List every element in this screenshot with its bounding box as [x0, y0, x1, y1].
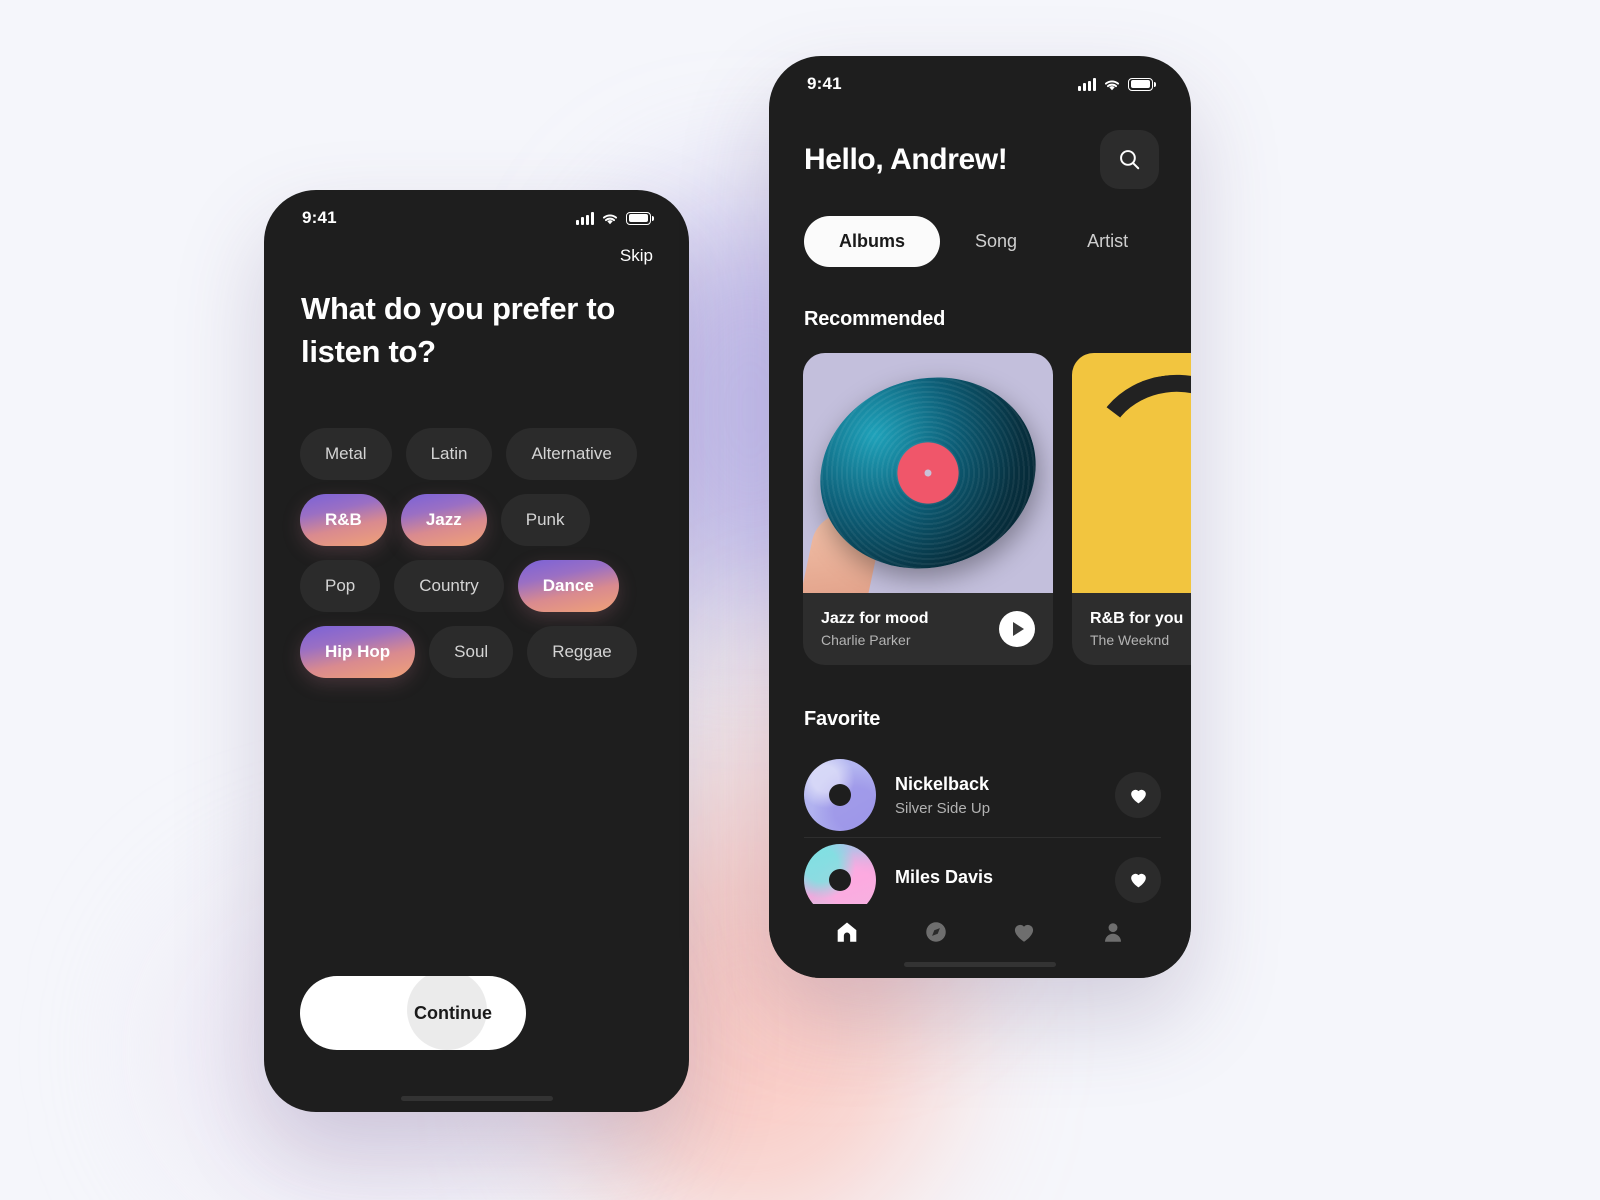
tab-artist[interactable]: Artist	[1052, 216, 1163, 267]
album-card-meta: R&B for you The Weeknd	[1072, 593, 1191, 665]
battery-full-icon	[626, 211, 654, 225]
nav-explore[interactable]	[913, 909, 959, 955]
genre-chip-jazz[interactable]: Jazz	[400, 494, 487, 546]
like-button[interactable]	[1115, 772, 1161, 818]
continue-button[interactable]: Continue	[300, 976, 526, 1050]
nav-favorites[interactable]	[1001, 909, 1047, 955]
phone-genre-preferences: 9:41 Skip What do you prefer to listen t…	[264, 190, 689, 1112]
continue-button-label: Continue	[414, 1002, 492, 1023]
genre-chip-alternative[interactable]: Alternative	[506, 428, 637, 480]
skip-button[interactable]: Skip	[620, 246, 653, 266]
favorite-artwork-vinyl-disc-purple	[804, 759, 876, 831]
genre-chip-metal[interactable]: Metal	[300, 428, 392, 480]
favorite-text: Nickelback Silver Side Up	[895, 774, 1096, 817]
favorite-artist-name: Miles Davis	[895, 866, 994, 887]
tab-albums[interactable]: Albums	[804, 216, 941, 267]
album-card-text: Jazz for mood Charlie Parker	[821, 610, 929, 648]
genre-chip-hip-hop[interactable]: Hip Hop	[300, 626, 416, 678]
home-icon	[837, 922, 857, 942]
genre-chip-latin[interactable]: Latin	[405, 428, 493, 480]
like-button[interactable]	[1115, 856, 1161, 903]
canvas: 9:41 Skip What do you prefer to listen t…	[0, 0, 1600, 1200]
favorite-album-name: Silver Side Up	[895, 799, 991, 817]
battery-full-icon	[1128, 77, 1156, 91]
album-title: R&B for you	[1090, 610, 1184, 627]
greeting-title: Hello, Andrew!	[804, 142, 1008, 176]
album-card-rnb-for-you[interactable]: R&B for you The Weeknd	[1072, 353, 1191, 665]
cellular-signal-icon	[1078, 77, 1096, 91]
status-time: 9:41	[302, 208, 337, 227]
genre-chip-country[interactable]: Country	[394, 560, 504, 612]
home-indicator	[400, 1096, 553, 1101]
play-icon	[1013, 622, 1024, 636]
status-icons	[1078, 77, 1156, 91]
album-title: Jazz for mood	[821, 610, 929, 627]
person-icon	[1104, 923, 1121, 942]
album-artwork-headphones-photo	[1072, 353, 1191, 593]
list-item[interactable]: Nickelback Silver Side Up	[804, 753, 1161, 837]
header: Hello, Andrew!	[804, 130, 1159, 189]
favorite-artist-name: Nickelback	[895, 773, 990, 794]
genre-chip-dance[interactable]: Dance	[517, 560, 619, 612]
phone-home-screen: 9:41 Hello, Andrew! Albums Song Artist R…	[769, 56, 1191, 978]
search-button[interactable]	[1100, 130, 1159, 189]
album-card-jazz-for-mood[interactable]: Jazz for mood Charlie Parker	[803, 353, 1053, 665]
home-indicator	[904, 962, 1056, 967]
content-type-tabs: Albums Song Artist	[804, 216, 1163, 267]
genre-chip-soul[interactable]: Soul	[429, 626, 514, 678]
heart-filled-icon	[1130, 789, 1146, 803]
nav-home[interactable]	[824, 909, 870, 955]
search-icon	[1120, 150, 1140, 170]
genre-chip-punk[interactable]: Punk	[500, 494, 590, 546]
play-button[interactable]	[999, 611, 1035, 647]
page-title: What do you prefer to listen to?	[301, 291, 616, 369]
headphone-band-shape	[1080, 364, 1191, 536]
wifi-icon	[602, 213, 618, 224]
genre-chip-pop[interactable]: Pop	[300, 560, 381, 612]
status-time: 9:41	[807, 74, 842, 93]
cellular-signal-icon	[576, 211, 594, 225]
status-bar: 9:41	[769, 56, 1191, 112]
album-artist: Charlie Parker	[821, 632, 911, 648]
genre-chip-reggae[interactable]: Reggae	[527, 626, 637, 678]
album-card-meta: Jazz for mood Charlie Parker	[803, 593, 1053, 665]
album-card-text: R&B for you The Weeknd	[1090, 610, 1183, 648]
status-bar: 9:41	[264, 190, 689, 246]
recommended-carousel[interactable]: Jazz for mood Charlie Parker R&B for you	[803, 353, 1191, 665]
tab-song[interactable]: Song	[940, 216, 1052, 267]
heart-icon	[1015, 924, 1034, 942]
nav-profile[interactable]	[1090, 909, 1136, 955]
wifi-icon	[1104, 79, 1120, 90]
status-icons	[576, 211, 654, 225]
heart-filled-icon	[1130, 873, 1146, 888]
favorite-heading: Favorite	[804, 708, 881, 730]
favorite-list: Nickelback Silver Side Up Miles Davis	[804, 753, 1161, 921]
album-artist: The Weeknd	[1090, 632, 1170, 648]
recommended-heading: Recommended	[804, 308, 946, 330]
album-artwork-vinyl-record-photo	[803, 353, 1053, 593]
genre-chip-group: Metal Latin Alternative R&B Jazz Punk Po…	[300, 428, 662, 678]
compass-icon	[926, 922, 946, 942]
genre-chip-rnb[interactable]: R&B	[300, 494, 387, 546]
favorite-text: Miles Davis	[895, 867, 1096, 893]
